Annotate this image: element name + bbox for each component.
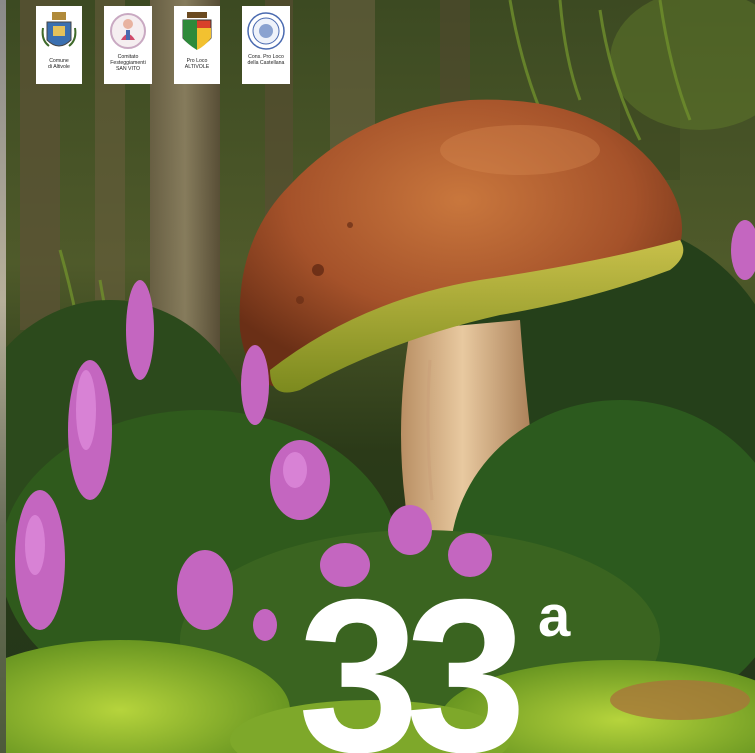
seal-icon <box>247 12 285 50</box>
logo-caption-line: SAN VITO <box>115 66 141 72</box>
edition-number: 33 a <box>298 568 628 753</box>
logo-caption-line: ALTIVOLE <box>184 64 210 70</box>
event-poster: Comune di Altivole Comitato Festeggiamen… <box>0 0 755 753</box>
edition-number-value: 33 <box>298 555 527 753</box>
shield-icon <box>182 12 212 50</box>
coat-of-arms-icon <box>41 12 77 47</box>
logo-comune-altivole: Comune di Altivole <box>36 6 82 84</box>
logo-comitato-san-vito: Comitato Festeggiamenti SAN VITO <box>104 6 152 84</box>
logo-cons-pro-loco-castellana: Cons. Pro Loco della Castellana <box>242 6 290 84</box>
sponsor-logos: Comune di Altivole Comitato Festeggiamen… <box>36 6 290 84</box>
left-edge-strip <box>0 0 6 753</box>
logo-pro-loco-altivole: Pro Loco ALTIVOLE <box>174 6 220 84</box>
logo-caption-line: di Altivole <box>48 64 70 70</box>
edition-ordinal-suffix: a <box>538 584 571 649</box>
logo-caption-line: della Castellana <box>247 60 285 66</box>
saint-emblem-icon <box>110 13 146 49</box>
